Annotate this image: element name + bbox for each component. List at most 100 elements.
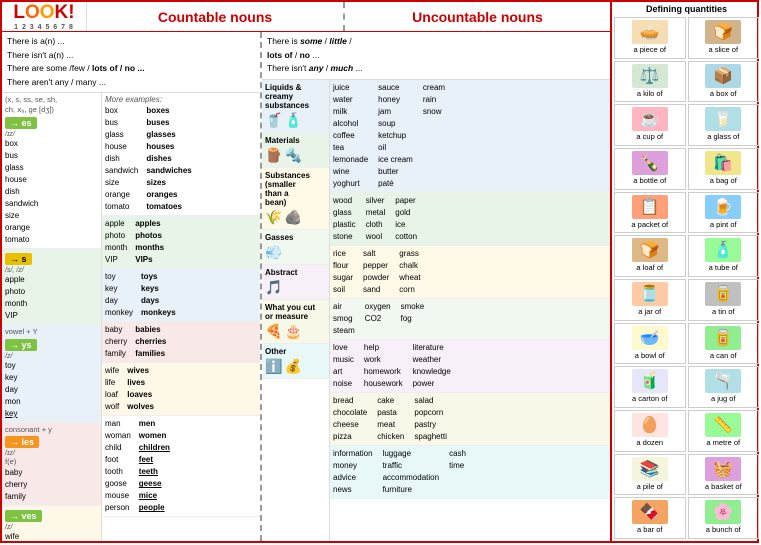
quantity-label: a jug of [711,394,736,403]
words-materials: woodglassplasticstone silvermetalclothwo… [330,193,610,246]
quantity-label: a tin of [712,307,735,316]
plural-ves: wiveslivesloaveswolves [127,365,154,413]
uncountable-title: Uncountable nouns [345,2,610,31]
quantity-item-a-can-of: 🥫 a can of [688,323,760,365]
words-abstract: lovemusicartnoise helpworkhomeworkhousew… [330,340,610,393]
quantity-icon: 🧴 [705,238,741,262]
logo-numbers: 1 2 3 4 5 6 7 8 [14,24,74,31]
logo-text: LOOK! [13,2,74,24]
right-panel-title: Defining quantities [614,4,759,14]
forms-ies: babycherryfamily babiescherriesfamilies [102,322,260,363]
singular-es: boxbusglasshousedishsandwichsizeorangeto… [105,105,138,213]
plural-rules-column: (x, s, ss, se, sh,ch, ⅹᵤ, ge [dʒ]) → es … [2,93,102,541]
ves-words: wifelifeloafwolf [5,531,98,541]
rule-ys-block: vowel + Y → ys /z/ toykeydaymonkey [2,325,101,423]
plural-ys: toyskeysdaysmonkeys [141,271,176,319]
cat-measure: What you cut or measure 🍕🎂 [262,300,329,344]
quantity-icon: 📚 [632,457,668,481]
rule-ies-block: consonant + y → ies /ɪz/ f(e) babycherry… [2,423,101,507]
quantity-icon: ⚖️ [632,64,668,88]
quantity-item-a-pint-of: 🍺 a pint of [688,192,760,234]
quantity-label: a slice of [708,45,738,54]
singular-irr: manwomanchildfoottoothgoosemouseperson [105,418,131,514]
quantity-label: a pint of [710,220,737,229]
quantity-icon: 🍞 [632,238,668,262]
plural-irr: menwomenchildrenfeetteethgeesemicepeople [139,418,170,514]
arrow-ves: → ves [5,510,42,522]
plural-forms-column: More examples: boxbusglasshousedishsandw… [102,93,260,541]
cat-other: Other ℹ️💰 [262,344,329,379]
uncountable-words: juicewatermilkalcoholcoffeetealemonadewi… [330,80,610,541]
countable-title: Countable nouns [87,2,345,31]
cat-abstract: Abstract 🎵 [262,265,329,300]
quantity-item-a-bunch-of: 🌸 a bunch of [688,497,760,539]
cat-gases: Gasses 💨 [262,230,329,265]
quantity-item-a-jar-of: 🫙 a jar of [614,279,686,321]
quantity-item-a-bowl-of: 🥣 a bowl of [614,323,686,365]
quantity-item-a-loaf-of: 🍞 a loaf of [614,235,686,277]
quantity-label: a bottle of [633,176,666,185]
quantity-item-a-box-of: 📦 a box of [688,61,760,103]
quantity-icon: 🥫 [705,282,741,306]
quantity-label: a loaf of [636,263,663,272]
quantity-label: a cup of [636,132,663,141]
quantity-icon: 🍺 [705,195,741,219]
category-labels: Liquids & creamy substances 🥤🧴 Materials… [262,80,330,541]
quantity-icon: 🍫 [632,500,668,524]
quantities-grid: 🥧 a piece of 🍞 a slice of ⚖️ a kilo of 📦… [614,17,759,539]
words-gases: airsmogsteam oxygenCO2 smokefog [330,299,610,340]
quantity-item-a-tube-of: 🧴 a tube of [688,235,760,277]
words-measure: breadchocolatecheesepizza cakepastameatc… [330,393,610,446]
quantity-item-a-bottle-of: 🍾 a bottle of [614,148,686,190]
quantity-label: a can of [710,351,737,360]
quantity-icon: 📋 [632,195,668,219]
quantity-icon: 🍞 [705,20,741,44]
quantity-label: a basket of [705,482,742,491]
quantity-label: a box of [710,89,737,98]
singular-s: applephotomonthVIP [105,218,127,266]
quantity-icon: 🍾 [632,151,668,175]
quantity-label: a kilo of [637,89,663,98]
forms-ys: toykeydaymonkey toyskeysdaysmonkeys [102,269,260,322]
quantity-icon: ☕ [632,107,668,131]
quantity-icon: 🥛 [705,107,741,131]
quantity-item-a-basket-of: 🧺 a basket of [688,454,760,496]
uncountable-rules-header: There is some / little / lots of / no ..… [262,32,610,80]
quantity-icon: 📏 [705,413,741,437]
quantity-label: a dozen [636,438,663,447]
quantity-item-a-carton-of: 🧃 a carton of [614,366,686,408]
quantity-item-a-dozen: 🥚 a dozen [614,410,686,452]
quantity-label: a bunch of [706,525,741,534]
words-liquids: juicewatermilkalcoholcoffeetealemonadewi… [330,80,610,193]
forms-irregular: manwomanchildfoottoothgoosemouseperson m… [102,416,260,517]
arrow-es: → es [5,117,37,129]
quantity-item-a-pile-of: 📚 a pile of [614,454,686,496]
countable-rules-header: There is a(n) ... There isn't a(n) ... T… [2,32,260,93]
quantity-label: a carton of [632,394,667,403]
quantity-item-a-kilo-of: ⚖️ a kilo of [614,61,686,103]
ys-words: toykeydaymonkey [5,360,98,420]
quantity-icon: 🌸 [705,500,741,524]
cat-substances: Substances (smaller than a bean) 🌾🪨 [262,168,329,230]
quantity-icon: 🛍️ [705,151,741,175]
forms-ves: wifelifeloafwolf wiveslivesloaveswolves [102,363,260,416]
quantity-label: a bag of [710,176,737,185]
words-substances: ricefloursugarsoil saltpepperpowdersand … [330,246,610,299]
quantity-label: a bowl of [635,351,665,360]
quantity-icon: 🫗 [705,369,741,393]
arrow-ies: → ies [5,436,39,448]
quantity-label: a pile of [637,482,663,491]
singular-ies: babycherryfamily [105,324,127,360]
logo-area: LOOK! 1 2 3 4 5 6 7 8 [2,2,87,31]
quantity-item-a-tin-of: 🥫 a tin of [688,279,760,321]
right-panel: Defining quantities 🥧 a piece of 🍞 a sli… [612,2,761,541]
quantity-icon: 🥣 [632,326,668,350]
quantity-icon: 🫙 [632,282,668,306]
rule-es-block: (x, s, ss, se, sh,ch, ⅹᵤ, ge [dʒ]) → es … [2,93,101,249]
quantity-icon: 🥧 [632,20,668,44]
quantity-icon: 📦 [705,64,741,88]
plural-s: applesphotosmonthsVIPs [135,218,164,266]
quantity-icon: 🥚 [632,413,668,437]
quantity-label: a metre of [706,438,740,447]
quantity-label: a packet of [631,220,668,229]
